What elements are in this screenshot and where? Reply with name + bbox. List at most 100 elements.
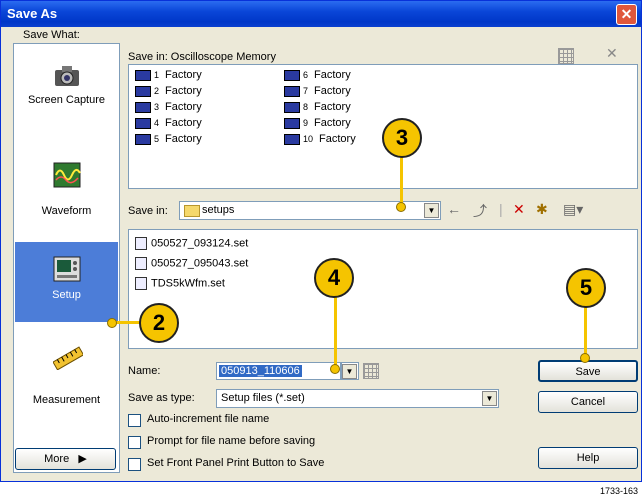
file-item[interactable]: 050527_095043.set	[135, 257, 248, 273]
screen-capture-label: Screen Capture	[27, 94, 106, 106]
file-name: 050527_093124.set	[151, 237, 249, 250]
callout-4-line	[334, 296, 337, 366]
save-what-panel: Screen Capture Waveform Setup Measuremen…	[13, 43, 120, 473]
save-what-waveform[interactable]: Waveform	[15, 152, 118, 232]
save-button[interactable]: Save	[538, 360, 638, 382]
auto-increment-checkbox[interactable]	[128, 414, 141, 427]
memory-item-10[interactable]: 10 Factory	[284, 133, 356, 147]
chevron-down-icon[interactable]: ▼	[424, 203, 439, 218]
callout-5: 5	[566, 268, 606, 308]
back-icon[interactable]: ←	[447, 201, 461, 217]
memory-item-num: 2	[154, 86, 160, 96]
figure-number: 1733-163	[599, 486, 638, 496]
memory-slot-icon	[284, 101, 300, 113]
prompt-filename-checkbox[interactable]	[128, 436, 141, 449]
callout-3-line	[400, 155, 403, 205]
memory-item-5[interactable]: 5 Factory	[135, 133, 202, 147]
save-as-dialog: Save As ✕ Save What: Screen Capture Wave…	[0, 0, 642, 482]
new-folder-icon[interactable]: ✱	[536, 201, 548, 218]
memory-slot-icon	[135, 101, 151, 113]
memory-item-name: Factory	[314, 101, 351, 113]
memory-item-name: Factory	[165, 85, 202, 97]
more-arrow-icon: ▶	[78, 453, 87, 465]
measurement-label: Measurement	[32, 394, 101, 406]
divider: |	[499, 201, 503, 217]
up-folder-icon[interactable]: ⤴	[473, 201, 487, 221]
save-what-screen-capture[interactable]: Screen Capture	[15, 46, 118, 126]
memory-item-8[interactable]: 8 Factory	[284, 101, 351, 115]
memory-item-2[interactable]: 2 Factory	[135, 85, 202, 99]
callout-4: 4	[314, 258, 354, 298]
name-dropdown[interactable]: ▼	[341, 362, 359, 380]
memory-grid-icon[interactable]	[558, 48, 574, 64]
chevron-down-icon[interactable]: ▼	[342, 364, 357, 379]
file-item[interactable]: 050527_093124.set	[135, 237, 248, 253]
memory-item-num: 8	[303, 102, 309, 112]
memory-list[interactable]: 1 Factory 2 Factory 3 Factory 4 Factory 5 Fac…	[128, 64, 638, 189]
save-what-measurement[interactable]: Measurement	[15, 334, 118, 414]
save-in-folder: setups	[202, 204, 235, 216]
memory-item-num: 7	[303, 86, 309, 96]
front-panel-print-checkbox[interactable]	[128, 458, 141, 471]
save-as-type-value: Setup files (*.set)	[221, 392, 305, 404]
memory-item-name: Factory	[165, 101, 202, 113]
memory-item-num: 10	[303, 134, 314, 144]
view-menu-icon[interactable]: ▤▾	[563, 201, 583, 218]
chevron-down-icon[interactable]: ▼	[482, 391, 497, 406]
window-title: Save As	[7, 6, 58, 21]
delete-icon[interactable]: ✕	[513, 201, 525, 218]
memory-label: Save in: Oscilloscope Memory	[128, 51, 276, 63]
auto-increment-label: Auto-increment file name	[147, 413, 270, 425]
file-icon	[135, 257, 147, 270]
file-list[interactable]: 050527_093124.set 050527_095043.set TDS5…	[128, 229, 638, 349]
name-value: 050913_110606	[219, 365, 302, 377]
memory-item-6[interactable]: 6 Factory	[284, 69, 351, 83]
memory-item-9[interactable]: 9 Factory	[284, 117, 351, 131]
more-button[interactable]: More ▶	[15, 448, 116, 470]
file-icon	[135, 237, 147, 250]
file-name: 050527_095043.set	[151, 257, 249, 270]
callout-3-dot	[396, 202, 406, 212]
memory-item-7[interactable]: 7 Factory	[284, 85, 351, 99]
save-what-setup[interactable]: Setup	[15, 242, 118, 322]
memory-slot-icon	[135, 85, 151, 97]
memory-item-4[interactable]: 4 Factory	[135, 117, 202, 131]
setup-icon	[53, 256, 81, 284]
memory-item-name: Factory	[165, 117, 202, 129]
memory-slot-icon	[284, 85, 300, 97]
save-in-label: Save in:	[128, 205, 168, 217]
memory-slot-icon	[284, 69, 300, 81]
memory-item-name: Factory	[314, 69, 351, 81]
memory-item-1[interactable]: 1 Factory	[135, 69, 202, 83]
close-button[interactable]: ✕	[616, 4, 637, 25]
front-panel-print-label: Set Front Panel Print Button to Save	[147, 457, 325, 469]
memory-item-num: 6	[303, 70, 309, 80]
memory-slot-icon	[284, 117, 300, 129]
waveform-label: Waveform	[41, 205, 92, 217]
title-bar: Save As ✕	[1, 1, 641, 27]
memory-item-num: 9	[303, 118, 309, 128]
memory-item-num: 3	[154, 102, 160, 112]
name-label: Name:	[128, 365, 161, 377]
keypad-icon[interactable]	[363, 363, 379, 379]
memory-item-num: 4	[154, 118, 160, 128]
memory-item-3[interactable]: 3 Factory	[135, 101, 202, 115]
save-as-type-combo[interactable]: Setup files (*.set) ▼	[216, 389, 499, 408]
file-name: TDS5kWfm.set	[151, 277, 225, 290]
file-item[interactable]: TDS5kWfm.set	[135, 277, 225, 293]
setup-label: Setup	[52, 289, 81, 301]
callout-4-dot	[330, 364, 340, 374]
help-button[interactable]: Help	[538, 447, 638, 469]
file-icon	[135, 277, 147, 290]
memory-item-name: Factory	[319, 133, 356, 145]
cancel-button[interactable]: Cancel	[538, 391, 638, 413]
save-as-type-label: Save as type:	[128, 392, 195, 404]
memory-slot-icon	[284, 133, 300, 145]
waveform-icon	[53, 162, 81, 190]
ruler-icon	[52, 346, 85, 374]
memory-item-name: Factory	[314, 117, 351, 129]
save-what-label: Save What:	[23, 29, 80, 41]
name-input[interactable]: 050913_110606	[216, 362, 341, 380]
memory-delete-icon[interactable]: ✕	[606, 45, 618, 62]
callout-5-line	[584, 306, 587, 356]
